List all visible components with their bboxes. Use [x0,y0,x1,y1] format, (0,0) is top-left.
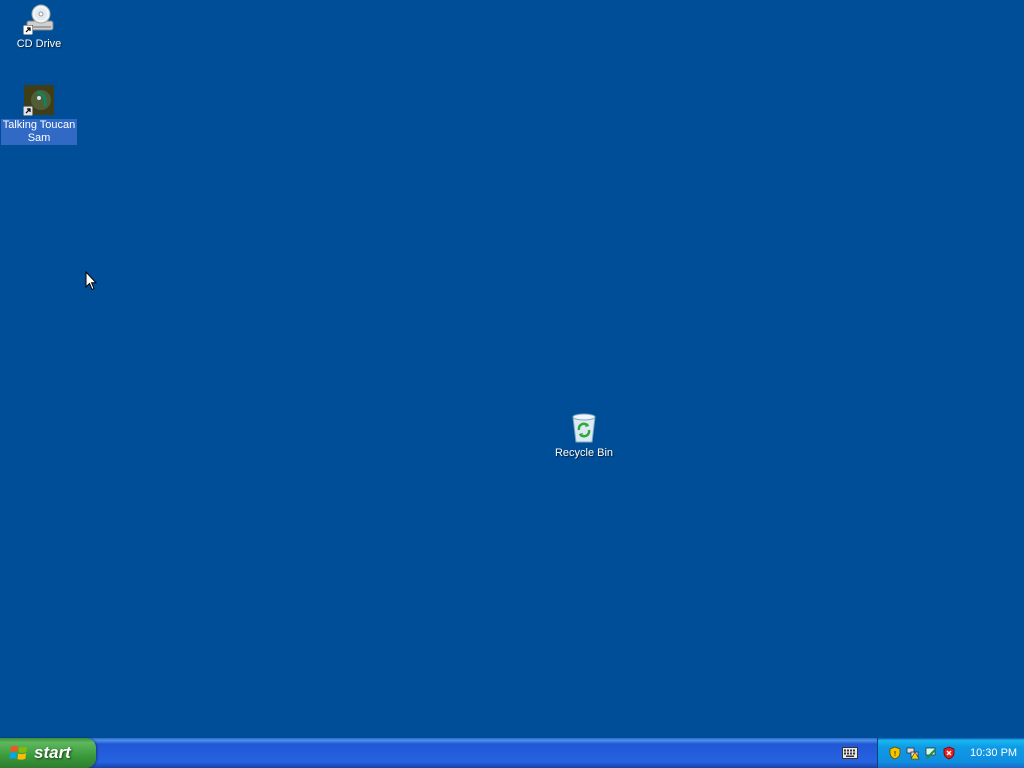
desktop-icon-talking-toucan-sam[interactable]: Talking Toucan Sam [1,84,77,145]
mouse-pointer-icon [85,271,97,291]
network-warning-icon[interactable] [906,746,920,760]
recycle-bin-icon [568,412,600,444]
cd-drive-icon [23,3,55,35]
start-label: start [34,743,71,762]
taskbar: start ! 10:30 PM [0,738,1024,768]
desktop-icon-cd-drive[interactable]: CD Drive [1,3,77,51]
toucan-app-icon [23,84,55,116]
svg-text:!: ! [894,750,897,758]
desktop-icon-label: Talking Toucan Sam [1,119,77,145]
windows-logo-icon [9,745,27,760]
desktop[interactable]: CD Drive Talking Toucan Sam Recycle Bin [0,0,1024,738]
security-shield-icon[interactable]: ! [888,746,902,760]
system-tray: ! 10:30 PM [877,738,1024,768]
shortcut-arrow-icon [23,106,33,116]
start-button[interactable]: start [0,738,96,768]
desktop-icon-recycle-bin[interactable]: Recycle Bin [546,412,622,460]
security-alert-icon[interactable] [942,746,956,760]
desktop-icon-label: Recycle Bin [554,447,614,459]
network-icon[interactable] [924,746,938,760]
keyboard-icon[interactable] [842,747,858,759]
desktop-icon-label: CD Drive [16,38,62,50]
shortcut-arrow-icon [23,25,33,35]
clock[interactable]: 10:30 PM [970,747,1017,759]
